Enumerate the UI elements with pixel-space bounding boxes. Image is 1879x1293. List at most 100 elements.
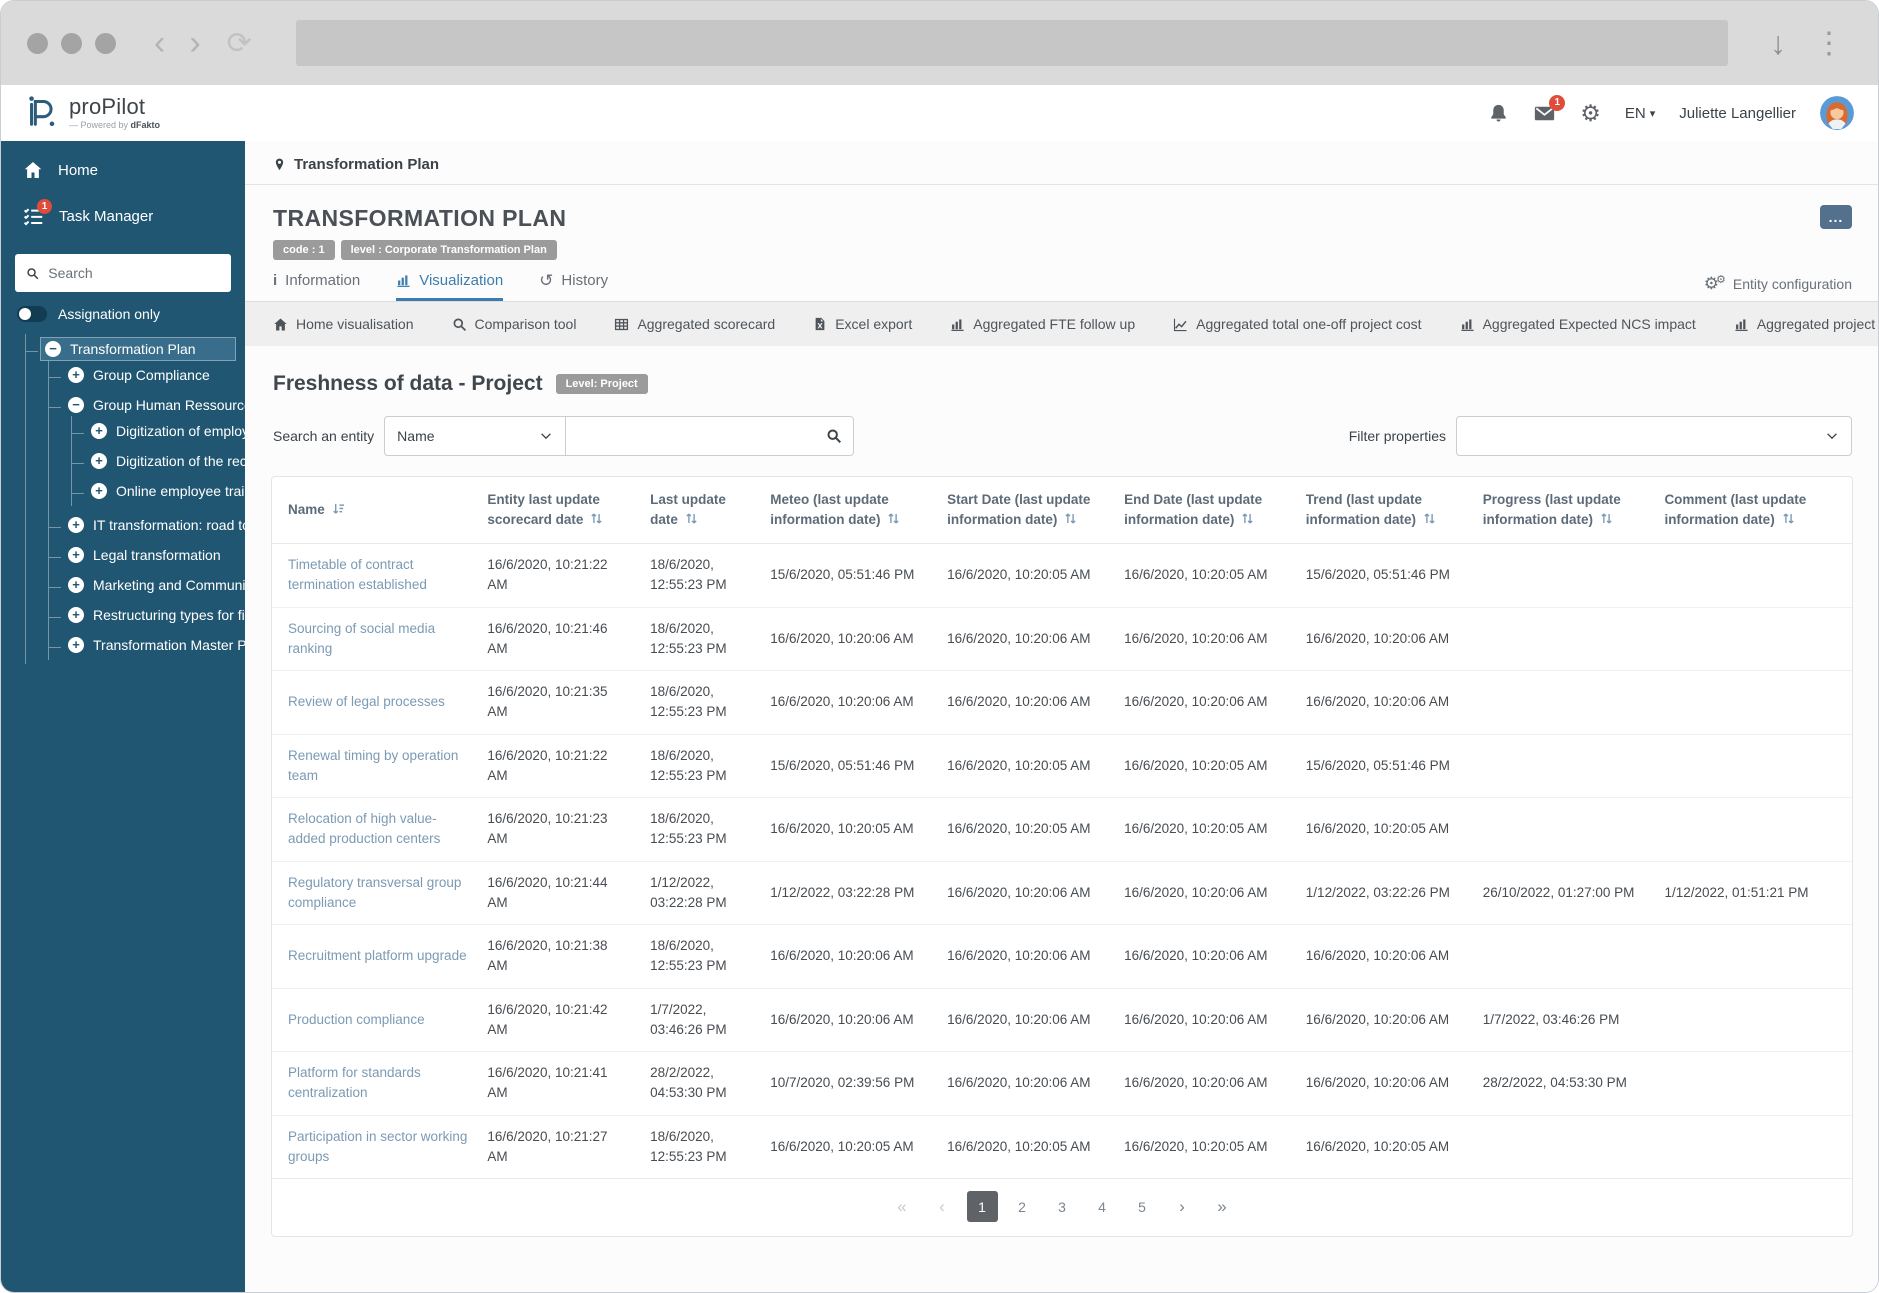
column-header-end-date-last-update-information-date[interactable]: End Date (last update information date) [1114,477,1296,545]
sort-icon[interactable] [1600,511,1613,531]
cell-meteo: 10/7/2020, 02:39:56 PM [760,1051,938,1116]
page-button-1[interactable]: 1 [966,1191,998,1223]
entity-link[interactable]: Renewal timing by operation team [288,748,458,783]
subtab-aggregated-project-cost[interactable]: Aggregated project cost [1722,307,1878,341]
cell-start_date: 16/6/2020, 10:20:06 AM [937,924,1115,989]
subtab-aggregated-expected-ncs-impact[interactable]: Aggregated Expected NCS impact [1448,307,1708,341]
page-button-3[interactable]: 3 [1047,1191,1078,1222]
tab-visualization[interactable]: Visualization [396,272,504,301]
tree-item-legal-transformation[interactable]: + Legal transformation [64,544,245,566]
column-header-meteo-last-update-information-date[interactable]: Meteo (last update information date) [760,477,938,545]
column-header-entity-last-update-scorecard-date[interactable]: Entity last update scorecard date [477,477,641,545]
sort-icon[interactable] [1064,511,1077,531]
subtab-aggregated-fte-follow-up[interactable]: Aggregated FTE follow up [938,307,1147,341]
expand-icon[interactable]: + [91,483,107,499]
sort-icon[interactable] [1782,511,1795,531]
tree-item-group-human-ressources[interactable]: − Group Human Ressources [64,394,245,416]
page-button-2[interactable]: 2 [1007,1191,1038,1222]
expand-icon[interactable]: + [68,547,84,563]
entity-link[interactable]: Platform for standards centralization [288,1065,421,1100]
mail-icon[interactable]: 1 [1533,94,1566,125]
expand-icon[interactable]: + [68,367,84,383]
search-button[interactable] [815,428,853,444]
url-bar[interactable] [295,20,1728,66]
filter-properties-select[interactable] [1456,416,1852,456]
entity-search-input[interactable] [566,417,816,455]
notifications-bell-icon[interactable] [1488,103,1509,124]
tab-information[interactable]: i Information [273,272,360,301]
window-control-dot[interactable] [61,32,82,54]
sort-icon[interactable] [887,511,900,531]
collapse-icon[interactable]: − [68,397,84,413]
language-selector[interactable]: EN ▾ [1625,105,1655,122]
page-button-5[interactable]: 5 [1127,1191,1158,1222]
entity-configuration-button[interactable]: ⚙⚙ Entity configuration [1704,275,1852,301]
column-header-last-update-date[interactable]: Last update date [640,477,761,545]
expand-icon[interactable]: + [68,607,84,623]
cell-meteo: 16/6/2020, 10:20:05 AM [760,797,938,862]
refresh-button[interactable]: ⟳ [213,26,266,61]
sidebar-item-home[interactable]: Home [1,147,245,193]
page-button-4[interactable]: 4 [1087,1191,1118,1222]
expand-icon[interactable]: + [68,637,84,653]
tab-history[interactable]: ↺ History [539,272,608,301]
tree-item-digitization-of-employees[interactable]: + Digitization of employees ... [87,420,245,442]
more-options-button[interactable]: ... [1820,205,1852,229]
entity-link[interactable]: Regulatory transversal group compliance [288,875,461,910]
tree-item-digitization-of-the-recruit[interactable]: + Digitization of the recruit... [87,450,245,472]
entity-link[interactable]: Recruitment platform upgrade [288,948,467,963]
settings-gear-icon[interactable]: ⚙ [1580,101,1601,125]
entity-link[interactable]: Relocation of high value-added productio… [288,811,440,846]
assignation-toggle[interactable] [17,306,47,322]
propilot-logo[interactable]: proPilot — Powered by dFakto [23,92,160,135]
tree-item-group-compliance[interactable]: + Group Compliance [64,364,245,386]
tree-item-it-transformation-road-to-20[interactable]: + IT transformation: road to 20... [64,514,245,536]
subtab-excel-export[interactable]: Excel export [801,307,924,341]
tree-item-marketing-and-communicati[interactable]: + Marketing and Communicati... [64,574,245,596]
tree-item-transformation-master-plan[interactable]: + Transformation Master Plan -... [64,634,245,656]
subtab-aggregated-total-one-off-project-cost[interactable]: Aggregated total one-off project cost [1161,307,1433,341]
last-page-button[interactable]: » [1207,1191,1238,1222]
download-icon[interactable]: ↓ [1756,25,1800,62]
entity-link[interactable]: Review of legal processes [288,694,445,709]
entity-link[interactable]: Timetable of contract termination establ… [288,557,427,592]
expand-icon[interactable]: + [91,423,107,439]
column-header-progress-last-update-information-date[interactable]: Progress (last update information date) [1472,477,1655,545]
entity-link[interactable]: Participation in sector working groups [288,1129,467,1164]
subtab-comparison-tool[interactable]: Comparison tool [440,307,589,341]
column-header-trend-last-update-information-date[interactable]: Trend (last update information date) [1295,477,1473,545]
forward-button[interactable]: › [177,26,212,60]
tree-item-online-employee-training[interactable]: + Online employee training ... [87,480,245,502]
entity-link[interactable]: Sourcing of social media ranking [288,621,435,656]
sort-icon[interactable] [685,511,698,531]
subtab-aggregated-scorecard[interactable]: Aggregated scorecard [602,307,787,341]
column-header-comment-last-update-information-date[interactable]: Comment (last update information date) [1654,477,1852,545]
entity-link[interactable]: Production compliance [288,1012,425,1027]
sort-icon[interactable] [590,511,603,531]
tree-item-transformation-plan[interactable]: − Transformation Plan [40,337,236,361]
expand-icon[interactable]: + [91,453,107,469]
window-control-dot[interactable] [27,32,48,54]
window-control-dot[interactable] [95,32,116,54]
search-field-select[interactable]: Name [384,416,567,456]
sort-desc-icon[interactable] [332,501,345,521]
avatar[interactable] [1820,96,1854,130]
column-header-start-date-last-update-information-date[interactable]: Start Date (last update information date… [937,477,1115,545]
tree-item-restructuring-types-for-firms[interactable]: + Restructuring types for firms [64,604,245,626]
menu-kebab-icon[interactable]: ⋮ [1800,26,1852,61]
subtab-home-visualisation[interactable]: Home visualisation [261,307,426,341]
collapse-icon[interactable]: − [45,341,61,357]
cell-last_update: 18/6/2020, 12:55:23 PM [640,734,761,799]
back-button[interactable]: ‹ [142,26,177,60]
table-icon [614,317,629,332]
expand-icon[interactable]: + [68,517,84,533]
sidebar-search-input[interactable] [48,265,220,281]
next-page-button[interactable]: › [1167,1191,1198,1222]
column-header-name[interactable]: Name [272,477,478,545]
user-name[interactable]: Juliette Langellier [1679,105,1796,122]
sort-icon[interactable] [1423,511,1436,531]
sort-icon[interactable] [1241,511,1254,531]
expand-icon[interactable]: + [68,577,84,593]
sidebar-item-task-manager[interactable]: 1 Task Manager [1,193,245,240]
bar-chart-icon [397,275,410,287]
